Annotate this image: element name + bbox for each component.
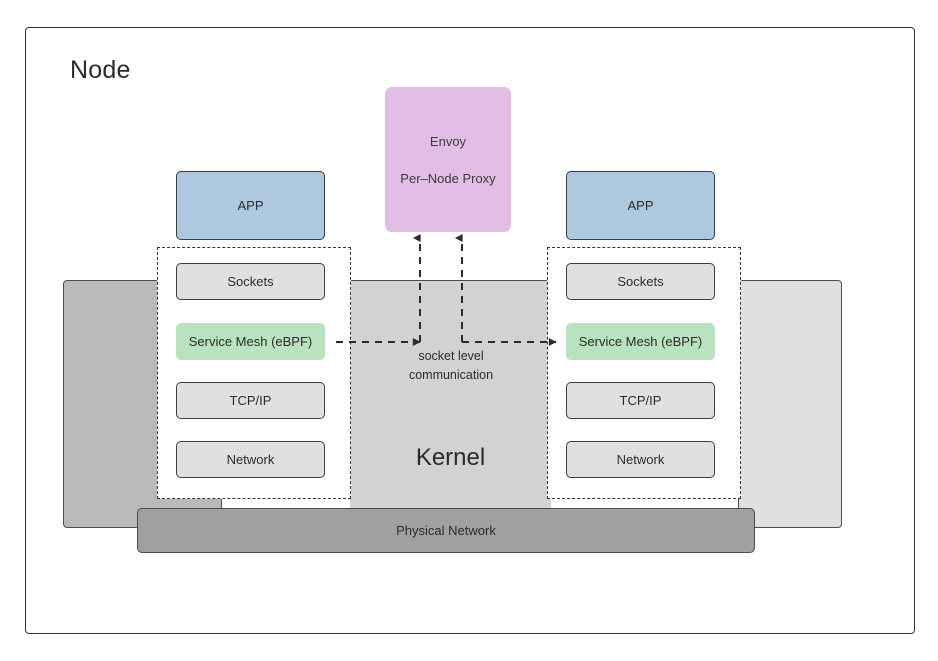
communication-label: socket level communication — [376, 347, 526, 385]
right-service-mesh-box[interactable]: Service Mesh (eBPF) — [566, 323, 715, 360]
diagram-canvas: Node Kernel APP Sockets Service Mesh (eB… — [0, 0, 938, 661]
envoy-title: Envoy — [429, 133, 467, 149]
physical-network-bar[interactable]: Physical Network — [137, 508, 755, 553]
left-network-box[interactable]: Network — [176, 441, 325, 478]
left-sockets-box[interactable]: Sockets — [176, 263, 325, 300]
left-service-mesh-box[interactable]: Service Mesh (eBPF) — [176, 323, 325, 360]
right-side-panel — [738, 280, 842, 528]
envoy-subtitle: Per–Node Proxy — [400, 170, 496, 186]
kernel-label: Kernel — [415, 444, 486, 471]
right-network-box[interactable]: Network — [566, 441, 715, 478]
right-sockets-box[interactable]: Sockets — [566, 263, 715, 300]
left-tcpip-box[interactable]: TCP/IP — [176, 382, 325, 419]
page-title: Node — [70, 56, 131, 84]
communication-label-line2: communication — [408, 368, 494, 382]
right-app-box[interactable]: APP — [566, 171, 715, 240]
communication-label-line1: socket level — [418, 349, 484, 363]
kernel-region — [350, 280, 551, 528]
right-tcpip-box[interactable]: TCP/IP — [566, 382, 715, 419]
left-app-box[interactable]: APP — [176, 171, 325, 240]
envoy-proxy-box[interactable]: Envoy Per–Node Proxy — [385, 87, 511, 232]
